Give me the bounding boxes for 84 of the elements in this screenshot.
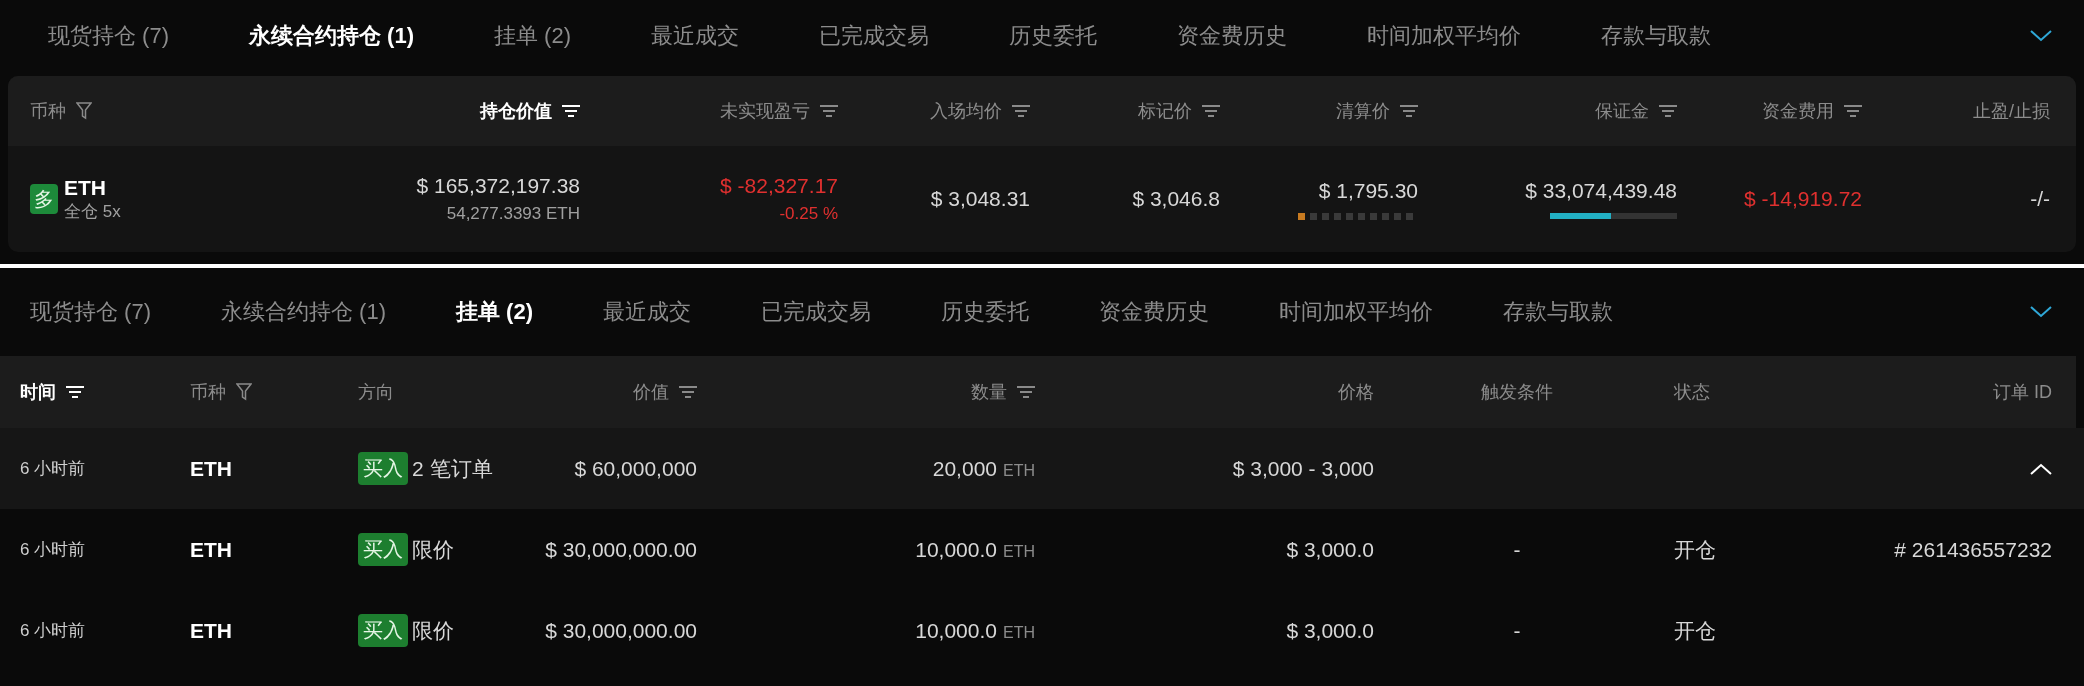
column-header[interactable]: 资金费用 <box>1762 99 1834 123</box>
column-header[interactable]: 数量 <box>971 380 1007 404</box>
tab[interactable]: 挂单 (2) <box>426 289 573 335</box>
long-badge: 多 <box>30 184 58 214</box>
column-header[interactable]: 时间 <box>20 380 56 404</box>
order-type: 限价 <box>412 617 454 644</box>
filter-icon[interactable] <box>76 102 92 120</box>
column-header[interactable]: 价值 <box>633 380 669 404</box>
order-count: 2 笔订单 <box>412 455 493 482</box>
tab[interactable]: 历史委托 <box>969 13 1137 59</box>
tab[interactable]: 已完成交易 <box>779 13 969 59</box>
tab[interactable]: 最近成交 <box>611 13 779 59</box>
price-range: $ 3,000 - 3,000 <box>1232 456 1374 481</box>
price-text: $ 3,000.0 <box>1286 618 1374 643</box>
time-text: 6 小时前 <box>20 539 86 561</box>
margin-value: $ 33,074,439.48 <box>1525 179 1677 203</box>
tab[interactable]: 现货持仓 (7) <box>8 13 209 59</box>
buy-badge: 买入 <box>358 452 408 485</box>
pnl-percent: -0.25 % <box>779 204 838 224</box>
filter-icon[interactable] <box>236 383 252 401</box>
column-header[interactable]: 保证金 <box>1595 99 1649 123</box>
tab[interactable]: 时间加权平均价 <box>1327 13 1561 59</box>
time-text: 6 小时前 <box>20 620 86 642</box>
liquidation-price: $ 1,795.30 <box>1318 178 1418 203</box>
tab[interactable]: 资金费历史 <box>1069 289 1249 335</box>
tab[interactable]: 现货持仓 (7) <box>0 289 191 335</box>
tab[interactable]: 挂单 (2) <box>454 13 611 59</box>
position-value: $ 165,372,197.38 <box>416 174 580 198</box>
tab[interactable]: 永续合约持仓 (1) <box>209 13 454 59</box>
column-header[interactable]: 清算价 <box>1336 99 1390 123</box>
column-header[interactable]: 订单 ID <box>1993 380 2052 404</box>
tab[interactable]: 已完成交易 <box>731 289 911 335</box>
trigger-text: - <box>1513 618 1521 643</box>
buy-badge: 买入 <box>358 614 408 647</box>
column-header[interactable]: 币种 <box>190 380 226 404</box>
status-text: 开仓 <box>1674 617 1716 644</box>
unit-label: ETH <box>1003 542 1035 561</box>
tab[interactable]: 历史委托 <box>911 289 1069 335</box>
order-value: $ 30,000,000.00 <box>545 618 697 643</box>
quantity-text: 10,000.0 <box>915 537 997 562</box>
tab[interactable]: 存款与取款 <box>1473 289 1653 335</box>
tab[interactable]: 存款与取款 <box>1561 13 1751 59</box>
chevron-down-icon[interactable] <box>2030 30 2052 42</box>
symbol-text: ETH <box>190 537 232 562</box>
buy-badge: 买入 <box>358 533 408 566</box>
column-header[interactable]: 入场均价 <box>930 99 1002 123</box>
symbol-text: ETH <box>64 175 107 200</box>
status-text: 开仓 <box>1674 536 1716 563</box>
chevron-down-icon[interactable] <box>2030 306 2052 318</box>
position-size: 54,277.3393 ETH <box>446 204 580 224</box>
column-header[interactable]: 持仓价值 <box>480 99 552 123</box>
column-header[interactable]: 方向 <box>358 380 394 404</box>
quantity-text: 10,000.0 <box>915 618 997 643</box>
collapse-chevron-icon[interactable] <box>2030 462 2052 475</box>
quantity-text: 20,000 <box>932 456 997 481</box>
margin-mode-text: 全仓 5x <box>64 200 121 223</box>
order-value: $ 60,000,000 <box>574 456 697 481</box>
tab[interactable]: 最近成交 <box>573 289 731 335</box>
trigger-text: - <box>1513 537 1521 562</box>
column-header[interactable]: 标记价 <box>1138 99 1192 123</box>
symbol-text: ETH <box>190 618 232 643</box>
tab[interactable]: 时间加权平均价 <box>1249 289 1473 335</box>
time-text: 6 小时前 <box>20 458 86 480</box>
order-id: # 261436557232 <box>1894 537 2052 562</box>
order-group-row[interactable]: 6 小时前 ETH 买入 2 笔订单 $ 60,000,000 20,000 ETH $ 3,000 - 3,000 <box>0 428 2084 509</box>
price-text: $ 3,000.0 <box>1286 537 1374 562</box>
symbol-text: ETH <box>190 456 232 481</box>
tab[interactable]: 资金费历史 <box>1137 13 1327 59</box>
order-type: 限价 <box>412 536 454 563</box>
column-header[interactable]: 币种 <box>30 99 66 123</box>
tab[interactable]: 永续合约持仓 (1) <box>191 289 426 335</box>
funding-fee: $ -14,919.72 <box>1744 187 1862 211</box>
unit-label: ETH <box>1003 623 1035 642</box>
entry-price: $ 3,048.31 <box>930 187 1030 211</box>
unrealized-pnl: $ -82,327.17 <box>720 174 838 198</box>
column-header[interactable]: 止盈/止损 <box>1973 99 2050 123</box>
mark-price: $ 3,046.8 <box>1132 187 1220 211</box>
column-header[interactable]: 状态 <box>1674 380 1710 404</box>
tp-sl-text: -/- <box>2030 187 2050 211</box>
column-header[interactable]: 价格 <box>1338 380 1374 404</box>
order-value: $ 30,000,000.00 <box>545 537 697 562</box>
unit-label: ETH <box>1003 461 1035 480</box>
column-header[interactable]: 未实现盈亏 <box>720 99 810 123</box>
column-header[interactable]: 触发条件 <box>1481 380 1553 404</box>
